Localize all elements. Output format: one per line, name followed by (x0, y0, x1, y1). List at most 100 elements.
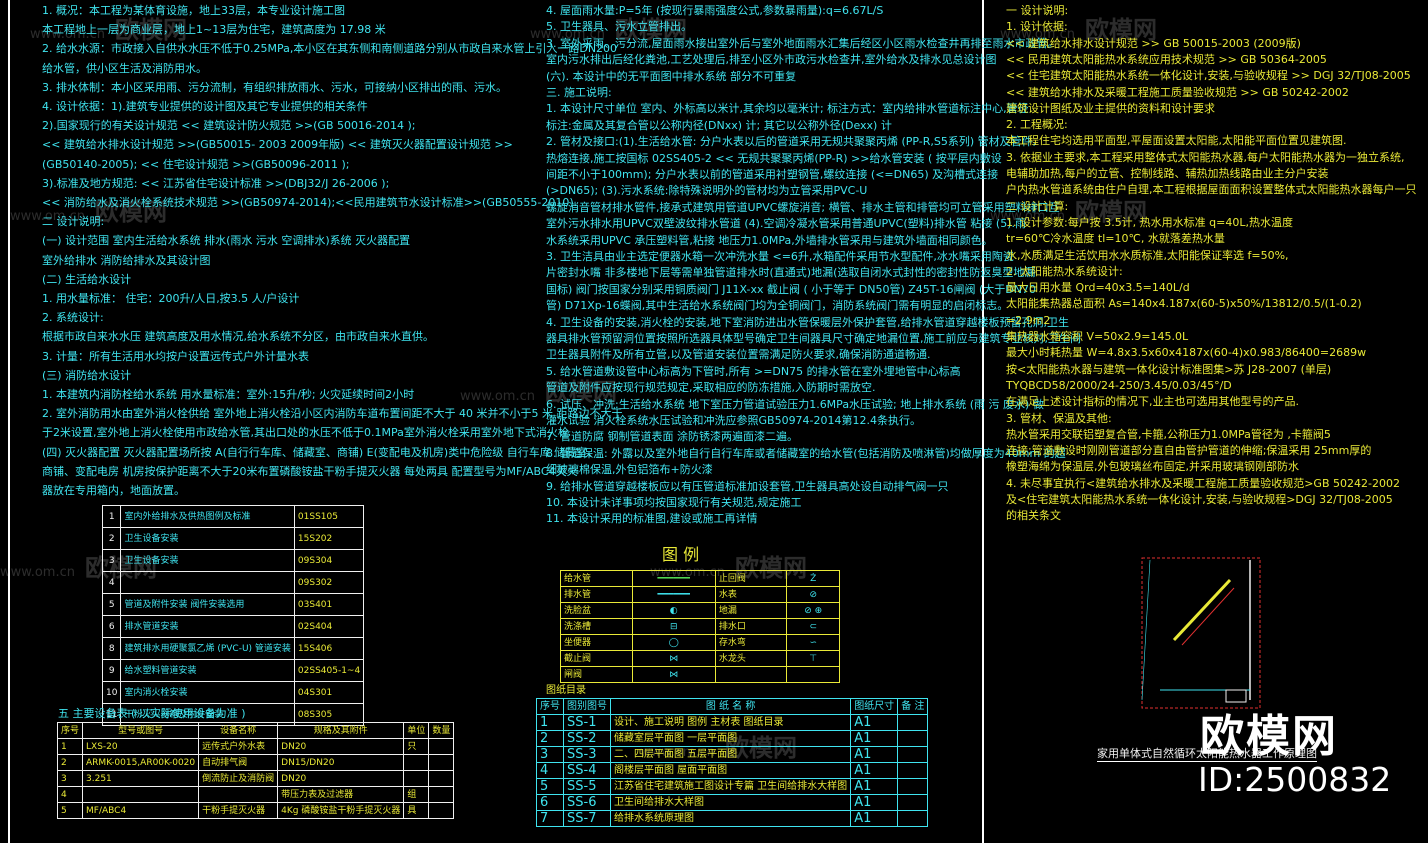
legend-row: 排水管 ━━━━━━ 水表 ⊘ (560, 586, 840, 603)
table-row: 1 LXS-20 远传式户外水表 DN20 只 (56, 738, 455, 755)
drawing-cell: SS-5 (563, 778, 611, 795)
equip-cell: 5 (56, 802, 84, 819)
left-line: 本工程地上一层为商业层，地上1~13层为住宅，建筑高度为 17.98 米 (42, 23, 386, 37)
equip-cell: MF/ABC4 (82, 802, 200, 819)
drawing-list-table: 序号 图别图号图 纸 名 称图纸尺寸备 注 1 SS-1 设计、施工说明 图例 主材表… (536, 698, 929, 827)
left-line: 商铺、变配电房 机房按保护距离不大于20米布置磷酸铵盐干粉手提灭火器 每处两具 … (42, 464, 578, 478)
std-code: 15S202 (293, 527, 365, 550)
drawing-cell: SS-2 (563, 730, 611, 747)
drawing-cell: 江苏省住宅建筑施工图设计专篇 卫生间给排水大样图 (609, 778, 852, 795)
equip-cell (82, 786, 200, 803)
right-line: 建筑设计图纸及业主提供的资料和设计要求 (1006, 101, 1215, 115)
left-line: << 建筑给水排水设计规范 >>(GB50015- 2003 2009年版) <… (42, 138, 513, 152)
std-no: 5 (101, 593, 122, 616)
equip-cell (403, 754, 430, 771)
equip-cell: 干粉手提灭火器 (198, 802, 279, 819)
equip-cell: ARMK-0015,AR00K-0020 (82, 754, 200, 771)
left-line: 给水管，供小区生活及消防用水。 (42, 61, 207, 75)
equip-cell: 1 (56, 738, 84, 755)
std-no: 2 (101, 527, 122, 550)
std-no: 8 (101, 637, 122, 660)
right-line: 2. 工程概况: (1006, 118, 1068, 132)
equip-cell: 4 (56, 786, 84, 803)
mid-line: (>DN65); (3).污水系统:除特殊说明外的管材均为立管采用PVC-U (546, 184, 868, 198)
equip-cell: 远传式户外水表 (198, 738, 279, 755)
drawing-cell: SS-7 (563, 810, 611, 827)
std-no: 9 (101, 659, 122, 682)
legend-symbol-icon (786, 666, 840, 683)
std-desc: 管道及附件安装 阀件安装选用 (120, 593, 295, 616)
right-line: 的相关条文 (1006, 509, 1061, 523)
drawing-cell: A1 (850, 746, 899, 763)
equip-cell: 2 (56, 754, 84, 771)
left-line: 二 设计说明: (42, 215, 105, 229)
right-line: << 建筑给水排水设计规范 >> GB 50015-2003 (2009版) (1006, 36, 1301, 50)
equip-cell: 组 (403, 786, 430, 803)
legend-row: 洗涤槽 ⊟ 排水口 ⊂ (560, 618, 840, 635)
right-line: =2.9m2 (1006, 313, 1051, 327)
right-line: 3. 依据业主要求,本工程采用整体式太阳能热水器,每户太阳能热水器为一独立系统, (1006, 150, 1405, 164)
right-line: 连接;管道敷设时刚刚管道部分直自由管护管道的伸缩;保温采用 25mm厚的 (1006, 444, 1372, 458)
right-line: 最大日用水量 Qrd=40x3.5=140L/d (1006, 281, 1190, 295)
right-line: << 建筑给水排水及采暖工程施工质量验收规范 >> GB 50242-2002 (1006, 85, 1349, 99)
drawing-cell (897, 714, 929, 731)
legend-title: 图 例 (662, 545, 700, 564)
legend-row: 坐便器 ◯ 存水弯 ∽ (560, 634, 840, 651)
mid-line: 螺旋消音管材排水管件,接承式建筑用管道UPVC螺旋消音; 横管、排水主管和排管均… (546, 200, 1060, 214)
right-line: 橡塑海绵为保温层,外包玻璃丝布固定,并采用玻璃钢刚部防水 (1006, 460, 1299, 474)
left-line: 于2米设置,室外地上消火栓使用市政给水管,其出口处的水压不低于0.1MPa室外消… (42, 426, 569, 440)
table-row: 4 带压力表及过滤器组 (56, 786, 455, 803)
mid-line: 细玻璃棉保温,外包铝箔布+防火漆 (546, 463, 713, 477)
legend-symbol-icon: ◐ (631, 602, 716, 619)
equip-cell: DN20 (277, 770, 405, 787)
legend-symbol-icon: ⋈ (631, 650, 716, 667)
std-code: 09S302 (293, 571, 365, 594)
legend-row: 洗脸盆 ◐ 地漏 ⊘ ⊕ (560, 602, 840, 619)
right-line: << 住宅建筑太阳能热水系统一体化设计,安装,与验收规程 >> DGJ 32/T… (1006, 69, 1411, 83)
equip-merged-note: 带压力表及过滤器 (277, 786, 405, 803)
mid-line: 室外污水排水用UPVC双壁波纹排水管道 (4).空调冷凝水管采用普通UPVC(塑… (546, 217, 1027, 231)
equip-cell: 自动排气阀 (198, 754, 279, 771)
table-row: 4 09S302 (101, 571, 365, 594)
legend-symbol-icon: ⊂ (786, 618, 840, 635)
drawing-cell: 储藏室层平面图 一层平面图 (609, 730, 852, 747)
right-line: 1. 设计依据: (1006, 20, 1068, 34)
left-line: (一) 设计范围 室内生活给水系统 排水(雨水 污水 空调排水)系统 灭火器配置 (42, 234, 411, 248)
drawing-cell: 2 (536, 730, 564, 747)
mid-line: 器具排水管预留洞位置按照所选器具体型号确定卫生间器具尺寸确定地漏位置,施工前应与… (546, 332, 1081, 345)
table-row: 2 卫生设备安装 15S202 (101, 527, 365, 550)
legend-label: 给水管 (560, 570, 633, 587)
drawing-cell: 6 (536, 794, 564, 811)
legend-table: 给水管 ━━━━━━ 止回阀 Ż 排水管 ━━━━━━ 水表 ⊘ 洗脸盆 ◐ 地漏 ⊘ ⊕ 洗涤槽 ⊟ 排水… (560, 570, 840, 683)
table-row: 3 3.251 倒流防止及消防阀 DN20 (56, 770, 455, 787)
table-row: 7 SS-7 给排水系统原理图 A1 (536, 810, 929, 827)
mid-line: 1. 本设计尺寸单位 室内、外标高以米计,其余均以毫米计; 标注方式：室内给排水… (546, 102, 1029, 116)
std-desc: 卫生设备安装 (120, 549, 295, 572)
standard-atlas-table: 1 室内外给排水及供热图例及标准 01SS105 2 卫生设备安装 15S202 3 卫生设备… (101, 505, 365, 726)
drawing-header: 图 纸 名 称 (609, 698, 852, 715)
left-line: 1. 本建筑内消防栓给水系统 用水量标准：室外:15升/秒; 火灾延续时间2小时 (42, 388, 415, 401)
right-line: 及<住宅建筑太阳能热水系统一体化设计,安装,与验收规程>DGJ 32/TJ08-… (1006, 493, 1393, 506)
drawing-cell: A1 (850, 810, 899, 827)
std-desc: 给水塑料管道安装 (120, 659, 295, 682)
legend-label: 截止阀 (560, 650, 633, 667)
equip-cell: DN20 (277, 738, 405, 755)
equip-header: 规格及其附件 (277, 722, 405, 739)
std-code: 03S401 (293, 593, 365, 616)
table-row: 2 ARMK-0015,AR00K-0020 自动排气阀 DN15/DN20 (56, 754, 455, 771)
drawing-cell: 4 (536, 762, 564, 779)
left-line: 4. 设计依据：1).建筑专业提供的设计图及其它专业提供的相关条件 (42, 100, 368, 113)
legend-symbol-icon: ⊟ (631, 618, 716, 635)
drawing-cell: 设计、施工说明 图例 主材表 图纸目录 (609, 714, 852, 731)
table-row: 6 排水管道安装 02S404 (101, 615, 365, 638)
legend-label: 存水弯 (714, 634, 788, 651)
mid-line: 4. 卫生设备的安装,消火栓的安装,地下室消防进出水管保暖层外保护套管,给排水管… (546, 315, 1069, 329)
legend-label: 坐便器 (560, 634, 633, 651)
right-line: 按<太阳能热水器与建筑一体化设计标准图集>苏 J28-2007 (单层) (1006, 362, 1332, 376)
left-line: 3. 排水体制：本小区采用雨、污分流制，有组织排放雨水、污水，可接纳小区排出的雨… (42, 80, 507, 94)
drawing-cell: SS-3 (563, 746, 611, 763)
legend-symbol-icon: ⋈ (631, 666, 716, 683)
equip-cell (428, 802, 455, 819)
equip-cell: 3.251 (82, 770, 200, 787)
mid-line: 2. 管材及接口:(1).生活给水管: 分户水表以后的管道采用无规共聚聚丙烯 (… (546, 135, 1037, 149)
